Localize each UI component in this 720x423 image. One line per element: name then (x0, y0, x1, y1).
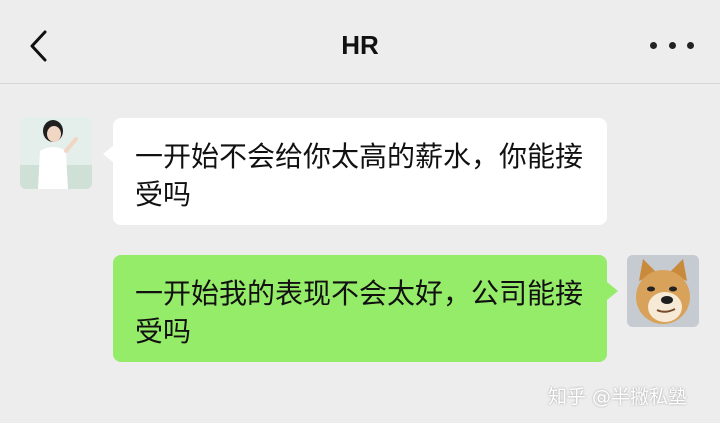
message-list: 一开始不会给你太高的薪水，你能接受吗 一开始我的表现不会太好，公司能接受吗 知乎… (0, 85, 720, 423)
user-avatar[interactable] (627, 255, 699, 327)
message-text: 一开始不会给你太高的薪水，你能接受吗 (135, 140, 584, 211)
more-dot-icon (650, 41, 657, 49)
outgoing-message[interactable]: 一开始我的表现不会太好，公司能接受吗 (113, 255, 607, 362)
more-dot-icon (687, 41, 694, 49)
more-button[interactable] (650, 30, 694, 60)
chat-header: HR (0, 0, 720, 84)
chat-title: HR (341, 30, 379, 60)
bubble-tail (607, 282, 618, 300)
more-dot-icon (668, 41, 676, 49)
person-photo-icon (20, 117, 92, 189)
message-text: 一开始我的表现不会太好，公司能接受吗 (135, 277, 584, 348)
hr-avatar[interactable] (20, 117, 92, 189)
doge-avatar-icon (627, 255, 699, 327)
incoming-message[interactable]: 一开始不会给你太高的薪水，你能接受吗 (113, 118, 607, 225)
watermark: 知乎 @半撇私塾 (548, 386, 688, 408)
